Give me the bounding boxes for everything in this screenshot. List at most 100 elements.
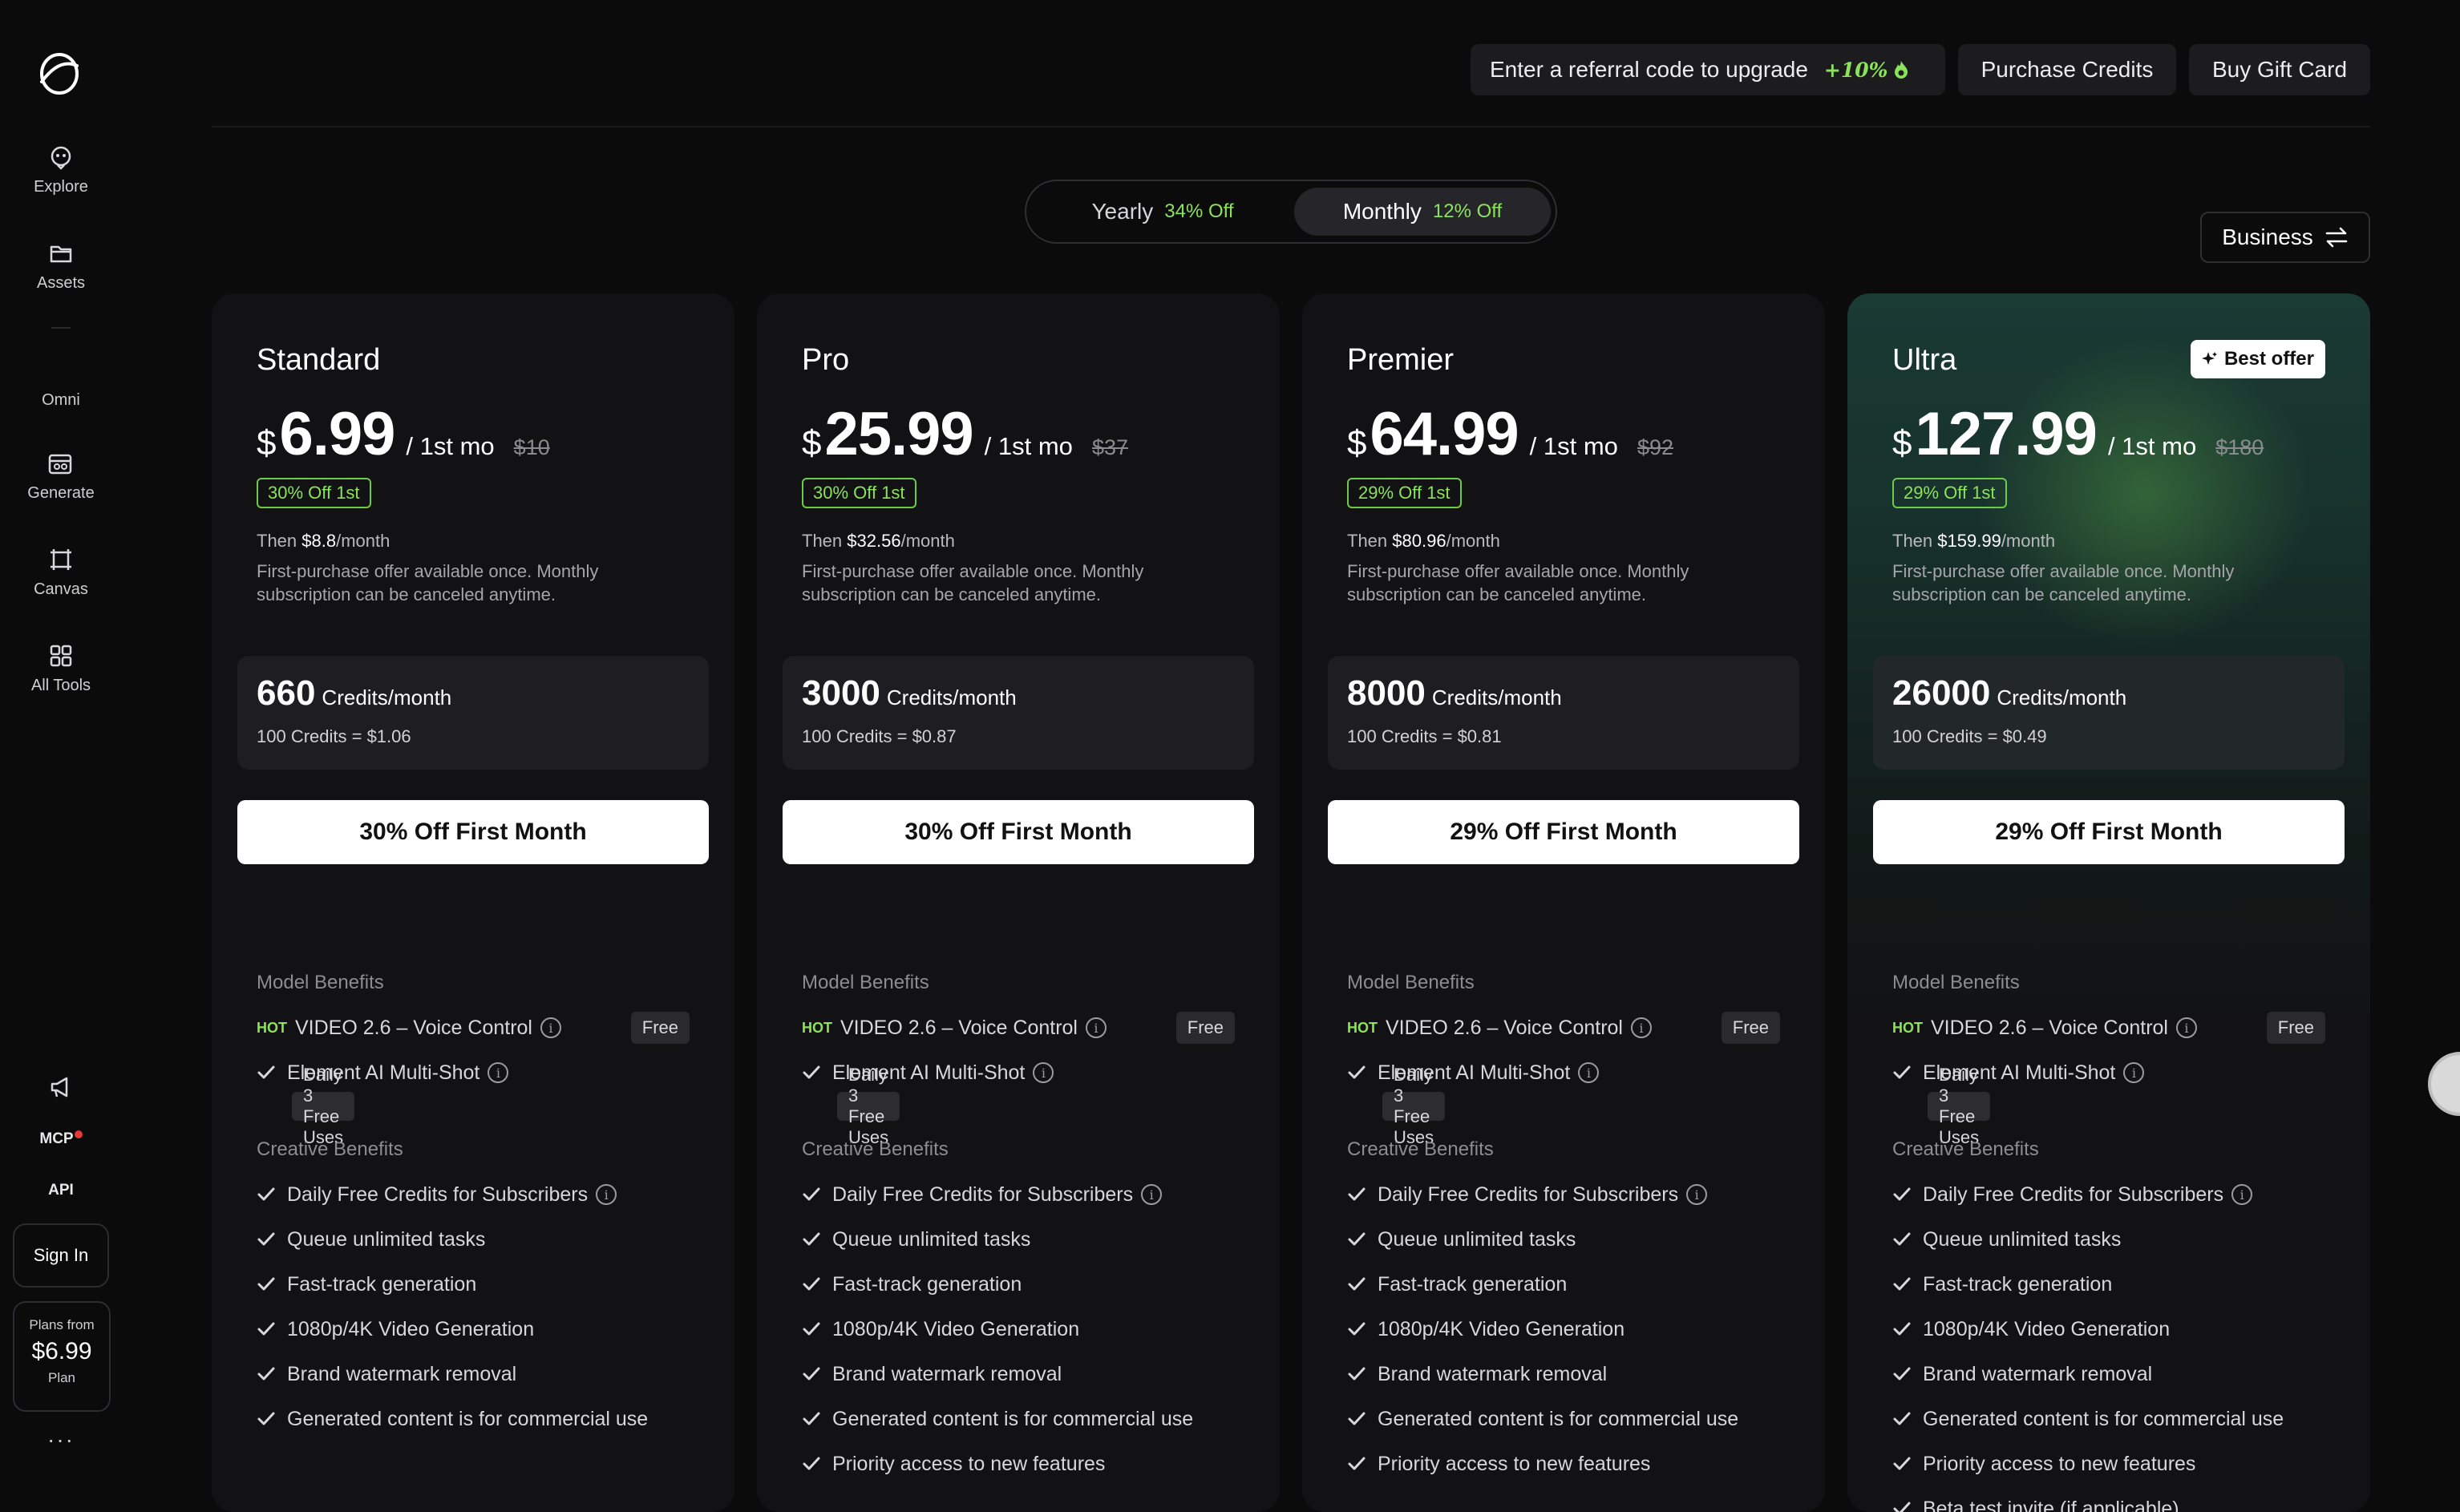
plan-card-pro: Pro $ 25.99 / 1st mo $37 30% Off 1st The… [757, 293, 1280, 1512]
sidebar-item-label: Assets [37, 274, 85, 292]
assistant-avatar[interactable] [2428, 1052, 2460, 1116]
app-logo-icon[interactable] [35, 50, 83, 98]
credits-box: 660Credits/month 100 Credits = $1.06 [237, 656, 709, 770]
feature-label: Queue unlimited tasks [1378, 1228, 1576, 1251]
sidebar-item-label: Omni [42, 391, 80, 409]
check-icon [802, 1364, 821, 1384]
business-toggle-button[interactable]: Business [2200, 212, 2370, 263]
creative-benefits-label: Creative Benefits [1347, 1138, 1494, 1161]
credits-unit: Credits/month [1997, 685, 2126, 710]
purchase-credits-button[interactable]: Purchase Credits [1958, 44, 2176, 95]
sidebar-divider [51, 327, 71, 329]
feature-label: Brand watermark removal [287, 1363, 516, 1386]
renewal-price: Then $159.99/month [1892, 531, 2055, 552]
api-label: API [48, 1182, 74, 1199]
feature-label: Brand watermark removal [1923, 1363, 2152, 1386]
model-benefits-label: Model Benefits [1347, 972, 1475, 994]
sidebar-item-explore[interactable]: Explore [0, 144, 122, 196]
check-icon [257, 1230, 276, 1249]
check-icon [1347, 1454, 1366, 1474]
daily-uses-badge: Daily 3 Free Uses [1382, 1092, 1445, 1121]
info-icon[interactable]: i [488, 1062, 508, 1083]
feature-label: Brand watermark removal [1378, 1363, 1607, 1386]
sidebar-item-canvas[interactable]: Canvas [0, 547, 122, 599]
info-icon[interactable]: i [1578, 1062, 1599, 1083]
info-icon[interactable]: i [596, 1184, 617, 1205]
referral-code-button[interactable]: Enter a referral code to upgrade +10% [1471, 44, 1945, 95]
price-currency: $ [1347, 423, 1366, 463]
credits-unit: Credits/month [887, 685, 1017, 710]
plan-card-premier: Premier $ 64.99 / 1st mo $92 29% Off 1st… [1302, 293, 1825, 1512]
sidebar-item-omni[interactable]: Omni [0, 391, 122, 410]
feature-item: Beta test invite (if applicable) [1892, 1493, 2325, 1512]
header-divider [212, 126, 2370, 127]
best-offer-badge: Best offer [2191, 340, 2325, 378]
more-options-icon[interactable]: ··· [0, 1427, 122, 1453]
buy-gift-card-button[interactable]: Buy Gift Card [2189, 44, 2370, 95]
sidebar-item-assets[interactable]: Assets [0, 241, 122, 293]
feature-label: Priority access to new features [1378, 1453, 1650, 1476]
info-icon[interactable]: i [2123, 1062, 2144, 1083]
info-icon[interactable]: i [1686, 1184, 1707, 1205]
subscribe-button[interactable]: 30% Off First Month [783, 800, 1254, 864]
info-icon[interactable]: i [2231, 1184, 2252, 1205]
feature-item: Generated content is for commercial use [1347, 1403, 1780, 1435]
mcp-link[interactable]: MCP [0, 1130, 122, 1148]
check-icon [257, 1185, 276, 1204]
info-icon[interactable]: i [1086, 1017, 1107, 1038]
plans-from-card[interactable]: Plans from $6.99 Plan [13, 1301, 111, 1412]
renewal-price: Then $80.96/month [1347, 531, 1500, 552]
grid-icon [48, 643, 74, 669]
sidebar-item-all-tools[interactable]: All Tools [0, 643, 122, 695]
plan-name: Ultra [1892, 343, 1956, 378]
monthly-discount: 12% Off [1433, 200, 1502, 223]
feature-item: Generated content is for commercial use [1892, 1403, 2325, 1435]
check-icon [802, 1409, 821, 1429]
price-amount: 64.99 [1370, 399, 1518, 469]
subscribe-button[interactable]: 30% Off First Month [237, 800, 709, 864]
sidebar-item-label: Generate [27, 484, 94, 502]
feature-item: Queue unlimited tasks [802, 1223, 1235, 1255]
credits-value: 8000 [1347, 673, 1426, 713]
check-icon [1347, 1230, 1366, 1249]
billing-option-yearly[interactable]: Yearly 34% Off [1034, 188, 1291, 236]
then-price: $8.8 [301, 531, 336, 551]
then-suffix: /month [901, 531, 955, 551]
price-row: $ 6.99 / 1st mo $10 [257, 399, 550, 469]
subscribe-button[interactable]: 29% Off First Month [1873, 800, 2345, 864]
check-icon [257, 1063, 276, 1082]
check-icon [1347, 1185, 1366, 1204]
info-icon[interactable]: i [540, 1017, 561, 1038]
check-icon [802, 1320, 821, 1339]
renewal-price: Then $8.8/month [257, 531, 390, 552]
feature-item: 1080p/4K Video Generation [1347, 1313, 1780, 1345]
plans-from-suffix: Plan [14, 1370, 109, 1386]
feature-item: Daily Free Credits for Subscribers i [802, 1178, 1235, 1211]
billing-option-monthly[interactable]: Monthly 12% Off [1294, 188, 1551, 236]
announcement-button[interactable] [0, 1074, 122, 1108]
feature-item: Fast-track generation [802, 1268, 1235, 1300]
price-currency: $ [257, 423, 276, 463]
check-icon [1892, 1499, 1912, 1512]
feature-label: Fast-track generation [832, 1273, 1022, 1296]
info-icon[interactable]: i [1033, 1062, 1054, 1083]
info-icon[interactable]: i [2176, 1017, 2197, 1038]
original-price: $180 [2215, 435, 2264, 460]
canvas-icon [48, 547, 74, 572]
check-icon [802, 1454, 821, 1474]
info-icon[interactable]: i [1631, 1017, 1652, 1038]
subscribe-button[interactable]: 29% Off First Month [1328, 800, 1799, 864]
offer-note: First-purchase offer available once. Mon… [1892, 560, 2309, 606]
credits-unit: Credits/month [1432, 685, 1562, 710]
feature-label: Daily Free Credits for Subscribers [832, 1183, 1133, 1207]
feature-label: Queue unlimited tasks [1923, 1228, 2121, 1251]
check-icon [257, 1409, 276, 1429]
credits-box: 8000Credits/month 100 Credits = $0.81 [1328, 656, 1799, 770]
api-link[interactable]: API [0, 1182, 122, 1199]
sign-in-button[interactable]: Sign In [13, 1223, 109, 1288]
sidebar-item-generate[interactable]: Generate [0, 451, 122, 503]
check-icon [1892, 1409, 1912, 1429]
credits-box: 26000Credits/month 100 Credits = $0.49 [1873, 656, 2345, 770]
feature-item: Fast-track generation [1892, 1268, 2325, 1300]
info-icon[interactable]: i [1141, 1184, 1162, 1205]
